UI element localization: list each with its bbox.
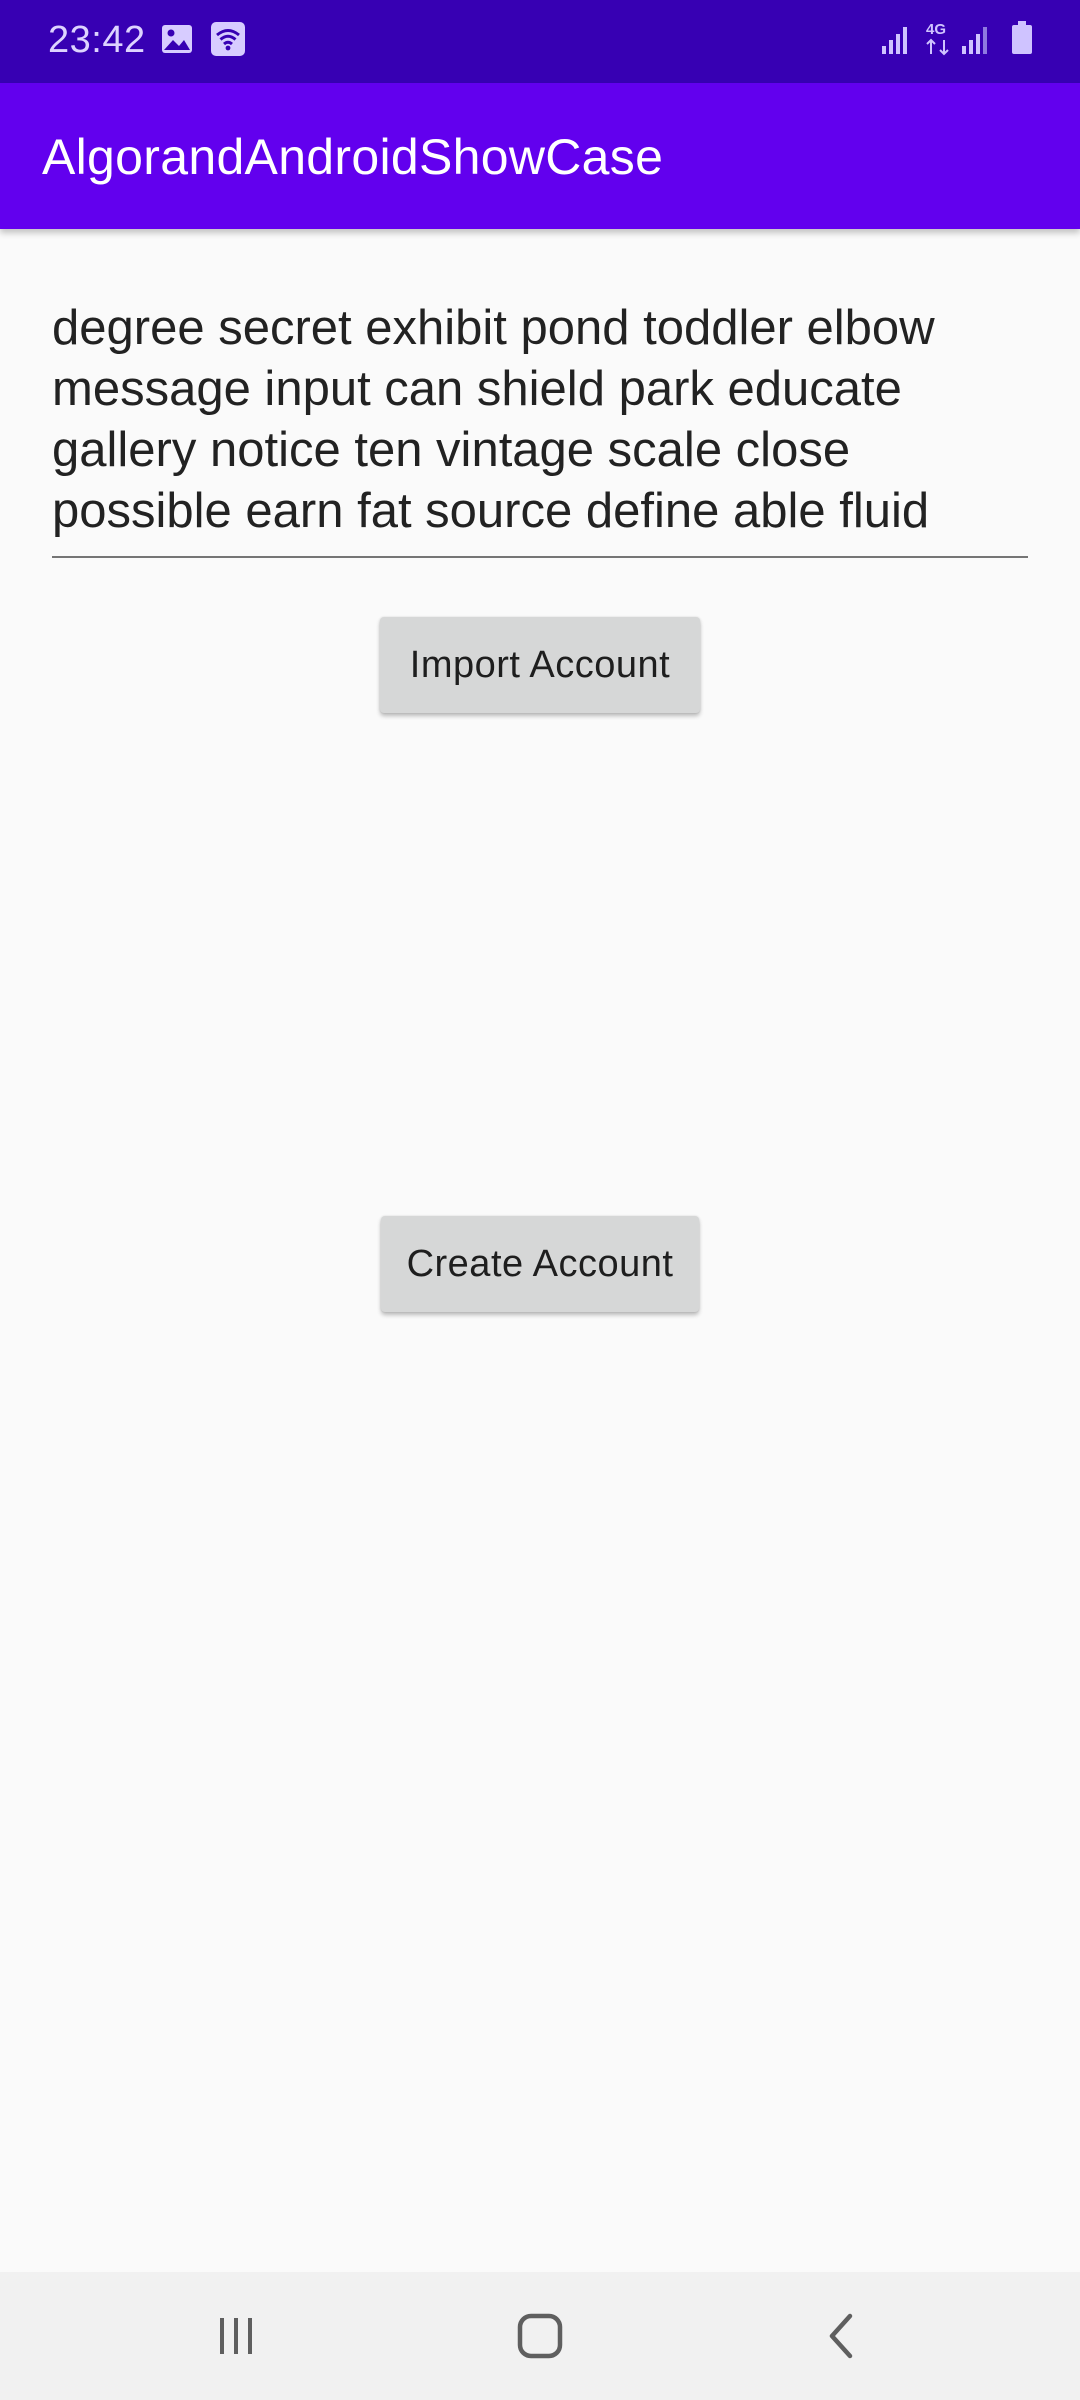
wifi-icon — [211, 22, 245, 56]
import-account-button[interactable]: Import Account — [380, 617, 700, 713]
app-bar: AlgorandAndroidShowCase — [0, 83, 1080, 229]
mnemonic-input[interactable]: degree secret exhibit pond toddler elbow… — [52, 298, 1028, 558]
screen: 23:42 4G AlgorandAndroidShowCase degree … — [0, 0, 1080, 2400]
network-4g-label: 4G — [926, 21, 946, 38]
create-account-button[interactable]: Create Account — [381, 1216, 699, 1312]
app-title: AlgorandAndroidShowCase — [42, 129, 664, 185]
status-bar: 23:42 4G — [0, 0, 1080, 83]
signal-strength-icon — [882, 27, 907, 54]
signal-strength-2-icon — [962, 27, 987, 54]
home-icon[interactable] — [510, 2308, 570, 2364]
navigation-bar — [0, 2272, 1080, 2400]
recent-apps-icon[interactable] — [206, 2310, 266, 2362]
mnemonic-text[interactable]: degree secret exhibit pond toddler elbow… — [52, 298, 1052, 542]
network-4g-icon: 4G — [926, 21, 949, 56]
image-notification-icon — [162, 25, 192, 53]
back-icon[interactable] — [812, 2308, 872, 2364]
status-time: 23:42 — [48, 19, 146, 61]
battery-icon — [1012, 21, 1032, 54]
